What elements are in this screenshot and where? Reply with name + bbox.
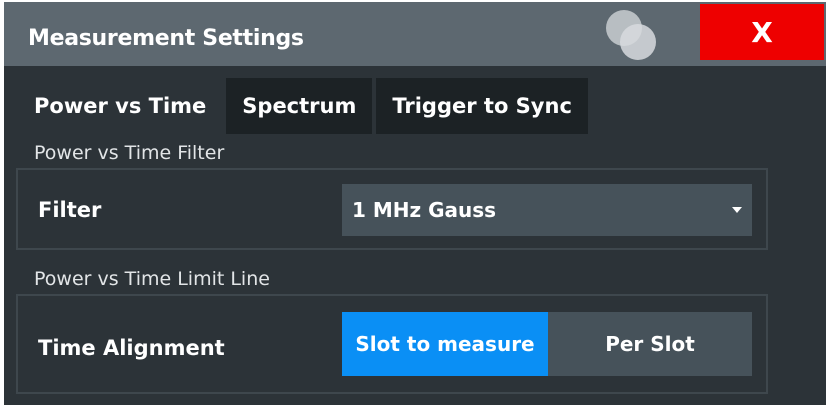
time-alignment-label: Time Alignment — [38, 336, 225, 360]
dialog-title: Measurement Settings — [28, 26, 304, 51]
limit-line-group: Time Alignment Slot to measure Per Slot — [16, 294, 768, 394]
tab-bar: Power vs Time Spectrum Trigger to Sync — [18, 78, 588, 134]
tab-trigger-to-sync[interactable]: Trigger to Sync — [376, 78, 588, 134]
close-icon: X — [751, 15, 773, 49]
filter-dropdown-value: 1 MHz Gauss — [352, 198, 497, 222]
tab-power-vs-time[interactable]: Power vs Time — [18, 78, 223, 134]
filter-label: Filter — [38, 198, 102, 222]
filter-group: Filter 1 MHz Gauss — [16, 168, 768, 250]
chevron-down-icon — [732, 207, 742, 213]
option-per-slot[interactable]: Per Slot — [548, 312, 752, 376]
close-button[interactable]: X — [700, 4, 824, 60]
filter-dropdown[interactable]: 1 MHz Gauss — [342, 184, 752, 236]
transparency-icon-circle-front — [620, 24, 656, 60]
option-slot-to-measure[interactable]: Slot to measure — [342, 312, 548, 376]
filter-section-heading: Power vs Time Filter — [34, 142, 225, 164]
dialog-body: Power vs Time Spectrum Trigger to Sync P… — [4, 66, 826, 405]
measurement-settings-dialog: Measurement Settings X Power vs Time Spe… — [0, 0, 828, 405]
dialog-titlebar[interactable]: Measurement Settings X — [4, 2, 826, 66]
transparency-icon[interactable] — [604, 8, 664, 62]
time-alignment-toggle[interactable]: Slot to measure Per Slot — [342, 312, 752, 376]
limit-line-section-heading: Power vs Time Limit Line — [34, 268, 270, 290]
tab-spectrum[interactable]: Spectrum — [226, 78, 373, 134]
